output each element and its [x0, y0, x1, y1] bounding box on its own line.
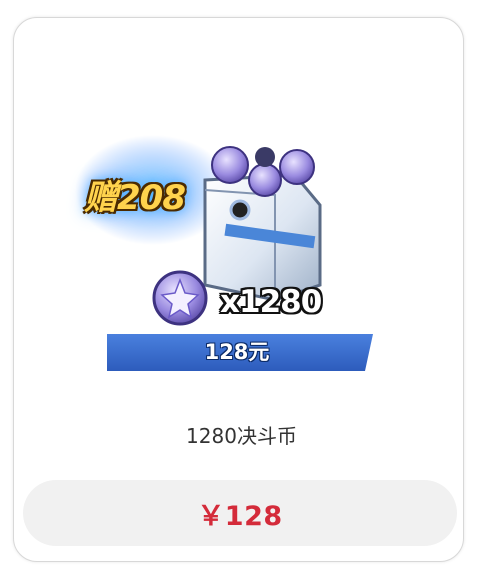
bonus-label: 赠208 — [84, 178, 186, 218]
product-name: 1280决斗币 — [186, 424, 297, 448]
buy-price-label: ￥128 — [197, 500, 283, 532]
banner-price-label: 128元 — [204, 340, 270, 364]
buy-button[interactable]: ￥128 — [23, 480, 457, 546]
quantity-label: x1280 — [220, 284, 322, 320]
